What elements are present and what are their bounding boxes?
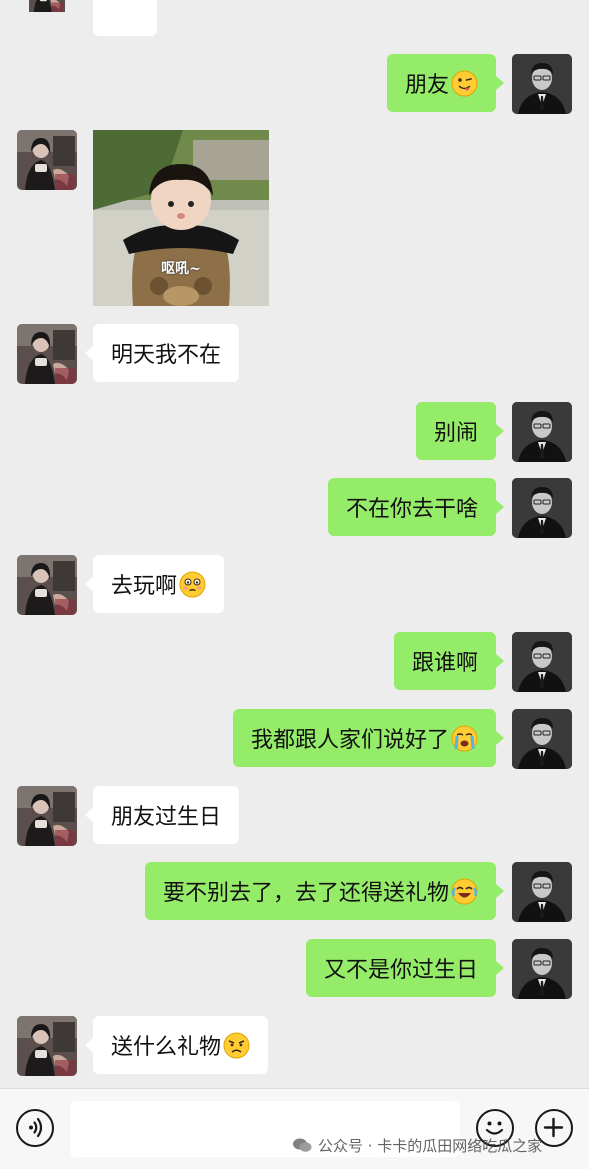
received-message-bubble[interactable] <box>93 0 157 36</box>
my-avatar[interactable] <box>512 478 572 538</box>
my-avatar[interactable] <box>512 939 572 999</box>
sent-message-bubble[interactable]: 不在你去干啥 <box>327 478 505 536</box>
sticker-image <box>93 130 269 306</box>
message-row: 别闹 <box>0 402 589 462</box>
sticker-caption: 呕吼~ <box>161 261 201 277</box>
message-row: 又不是你过生日 <box>0 939 589 999</box>
my-avatar[interactable] <box>512 709 572 769</box>
message-text: 去玩啊 <box>111 574 178 599</box>
message-text: 送什么礼物 <box>111 1035 222 1060</box>
received-message-bubble[interactable]: 送什么礼物 <box>84 1016 269 1074</box>
message-row: 呕吼~ <box>0 130 589 306</box>
contact-avatar[interactable] <box>17 324 77 384</box>
message-text: 不在你去干啥 <box>345 497 478 522</box>
message-row: 朋友 <box>0 54 589 114</box>
sent-message-bubble[interactable]: 别闹 <box>415 402 505 460</box>
sent-message-bubble[interactable]: 朋友 <box>386 54 505 112</box>
watermark: 公众号 · 卡卡的瓜田网络吃瓜之家 <box>292 1134 542 1156</box>
my-avatar[interactable] <box>512 402 572 462</box>
crying-emoji-icon <box>451 725 478 752</box>
winking-tongue-emoji-icon <box>451 70 478 97</box>
message-text: 跟谁啊 <box>411 651 478 676</box>
message-text: 要不别去了，去了还得送礼物 <box>162 881 449 906</box>
my-avatar[interactable] <box>512 632 572 692</box>
message-row: 去玩啊 <box>0 555 589 615</box>
voice-input-button[interactable] <box>16 1109 54 1147</box>
sent-message-bubble[interactable]: 要不别去了，去了还得送礼物 <box>144 862 505 920</box>
my-avatar[interactable] <box>512 54 572 114</box>
message-text: 朋友过生日 <box>111 805 222 830</box>
contact-avatar[interactable] <box>17 130 77 190</box>
message-row: 明天我不在 <box>0 324 589 384</box>
flushed-emoji-icon <box>179 571 206 598</box>
message-row: 送什么礼物 <box>0 1016 589 1076</box>
message-text: 我都跟人家们说好了 <box>250 728 449 753</box>
message-row: 要不别去了，去了还得送礼物 <box>0 862 589 922</box>
message-row: 不在你去干啥 <box>0 478 589 538</box>
sent-message-bubble[interactable]: 跟谁啊 <box>393 632 505 690</box>
sticker-message[interactable]: 呕吼~ <box>93 130 269 306</box>
sent-message-bubble[interactable]: 我都跟人家们说好了 <box>232 709 505 767</box>
message-text: 明天我不在 <box>111 343 222 368</box>
my-avatar[interactable] <box>512 862 572 922</box>
contact-avatar[interactable] <box>17 786 77 846</box>
received-message-bubble[interactable]: 朋友过生日 <box>84 786 240 844</box>
contact-avatar[interactable] <box>17 555 77 615</box>
sent-message-bubble[interactable]: 又不是你过生日 <box>305 939 505 997</box>
message-row: 我都跟人家们说好了 <box>0 709 589 769</box>
voice-icon <box>29 1117 43 1138</box>
message-row: 朋友过生日 <box>0 786 589 846</box>
received-message-bubble[interactable]: 去玩啊 <box>84 555 225 613</box>
message-text: 又不是你过生日 <box>323 958 478 983</box>
contact-avatar[interactable] <box>17 0 77 36</box>
received-message-bubble[interactable]: 明天我不在 <box>84 324 240 382</box>
laughing-tears-emoji-icon <box>451 878 478 905</box>
wechat-icon <box>293 1138 312 1152</box>
message-text: 别闹 <box>433 421 478 446</box>
confused-emoji-icon <box>223 1032 250 1059</box>
chat-input-bar <box>0 1088 589 1169</box>
message-row: 跟谁啊 <box>0 632 589 692</box>
message-text: 朋友 <box>404 73 449 98</box>
contact-avatar[interactable] <box>17 1016 77 1076</box>
message-row <box>0 0 589 36</box>
chat-message-list[interactable]: 朋友 呕吼~ 明天我不在 别闹 不在你去干啥 去玩啊 跟谁啊 我都跟人家们说好了… <box>0 0 589 1088</box>
watermark-text: 公众号 · 卡卡的瓜田网络吃瓜之家 <box>318 1136 543 1155</box>
